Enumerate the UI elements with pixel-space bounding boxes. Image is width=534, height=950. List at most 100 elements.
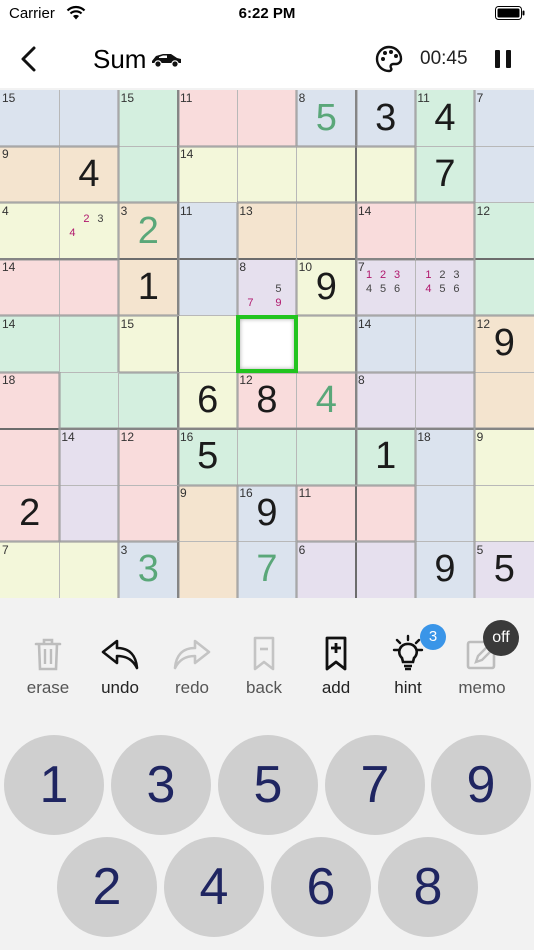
board-cell[interactable]: 7 [237,541,297,598]
erase-button[interactable]: erase [12,630,84,700]
number-key[interactable]: 6 [271,837,371,937]
board-cell[interactable]: 6 [178,372,238,429]
board-cell[interactable] [296,202,356,260]
board-cell[interactable]: 9 [415,541,475,598]
board-cell[interactable]: 3 [356,90,416,147]
board-cell[interactable]: 11 [296,485,356,542]
board-cell[interactable]: 16 5 [178,428,238,486]
board-cell[interactable] [59,372,119,429]
board-cell[interactable]: 6 [296,541,356,598]
redo-button[interactable]: redo [156,630,228,700]
palette-icon[interactable] [375,45,403,73]
board-cell[interactable]: 8 5 7 9 [237,259,297,316]
board-cell[interactable] [237,428,297,486]
board-cell[interactable]: 8 [356,372,416,429]
undo-button[interactable]: undo [84,630,156,700]
number-key[interactable]: 3 [111,735,211,835]
board-cell[interactable]: 7123 456 [356,259,416,316]
board-cell[interactable]: 14 [178,146,238,203]
board-cell[interactable]: 14 [0,315,60,373]
board-cell[interactable]: 4 [59,146,119,203]
board-cell[interactable]: 9 [178,485,238,542]
board-cell[interactable] [356,485,416,542]
board-cell[interactable]: 9 [0,146,60,203]
number-key[interactable]: 5 [218,735,318,835]
board-cell[interactable]: 9 [474,428,534,486]
board-cell[interactable]: 7 [474,90,534,147]
board-cell[interactable]: 10 9 [296,259,356,316]
board-cell[interactable]: 15 [0,90,60,147]
board-cell[interactable]: 33 [118,541,178,598]
board-cell[interactable]: 14 [59,428,119,486]
board-cell[interactable] [118,485,178,542]
board-cell[interactable]: 14 [356,202,416,260]
board-cell[interactable] [296,315,356,373]
board-cell[interactable]: 12 8 [237,372,297,429]
board-cell[interactable]: 18 [0,372,60,429]
selected-cell[interactable] [236,314,298,374]
board-cell[interactable] [415,372,475,429]
board-cell[interactable]: 11 4 [415,90,475,147]
board-cell[interactable] [59,485,119,542]
board-cell[interactable]: 85 [296,90,356,147]
board-cell[interactable]: 18 [415,428,475,486]
number-key[interactable]: 8 [378,837,478,937]
board-cell[interactable] [296,428,356,486]
board-cell[interactable]: 12 [118,428,178,486]
number-key[interactable]: 9 [431,735,531,835]
board-cell[interactable]: 15 [118,315,178,373]
board-cell[interactable] [415,315,475,373]
board-cell[interactable] [356,541,416,598]
board-cell[interactable]: 7 [0,541,60,598]
board-cell[interactable]: 14 [0,259,60,316]
board-cell[interactable] [296,146,356,203]
board-cell[interactable]: 55 [474,541,534,598]
board-cell[interactable]: 1 [118,259,178,316]
board-cell[interactable] [59,315,119,373]
number-key[interactable]: 7 [325,735,425,835]
board-cell[interactable] [178,541,238,598]
memo-toggle-badge[interactable]: off [483,620,519,656]
board-cell[interactable] [356,146,416,203]
board-cell[interactable]: 32 [118,202,178,260]
board-cell[interactable] [59,90,119,147]
board-cell[interactable]: 2 [0,485,60,542]
board-cell[interactable]: 11 [178,90,238,147]
board-cell[interactable] [118,146,178,203]
number-key[interactable]: 2 [57,837,157,937]
board-cell[interactable]: 13 [237,202,297,260]
board-cell[interactable] [237,146,297,203]
board-cell[interactable]: 11 [178,202,238,260]
board-cell[interactable]: 7 [415,146,475,203]
board-cell[interactable] [474,259,534,316]
board-cell[interactable]: 14 [356,315,416,373]
board-cell[interactable]: 1 [356,428,416,486]
board-cell[interactable] [415,202,475,260]
add-button[interactable]: add [300,630,372,700]
board-cell[interactable]: 15 [118,90,178,147]
board-cell[interactable] [474,485,534,542]
board-cell[interactable] [415,485,475,542]
board-cell[interactable]: 16 9 [237,485,297,542]
back-button[interactable]: back [228,630,300,700]
board-cell[interactable] [178,315,238,373]
number-key[interactable]: 1 [4,735,104,835]
cage-wall [176,372,180,429]
board-cell[interactable] [178,259,238,316]
board-cell[interactable] [118,372,178,429]
board-cell[interactable] [59,259,119,316]
board-cell[interactable]: 4 [296,372,356,429]
board-cell[interactable]: 123 456 [415,259,475,316]
board-cell[interactable]: 12 [474,202,534,260]
board-cell[interactable] [0,428,60,486]
board-cell[interactable]: 23 4 [59,202,119,260]
board-cell[interactable] [474,146,534,203]
board-cell[interactable]: 4 [0,202,60,260]
pause-icon[interactable] [492,48,514,70]
number-key[interactable]: 4 [164,837,264,937]
board-cell[interactable] [237,90,297,147]
board-cell[interactable] [474,372,534,429]
back-chevron-icon[interactable] [14,44,44,74]
board-cell[interactable] [59,541,119,598]
board-cell[interactable]: 12 9 [474,315,534,373]
